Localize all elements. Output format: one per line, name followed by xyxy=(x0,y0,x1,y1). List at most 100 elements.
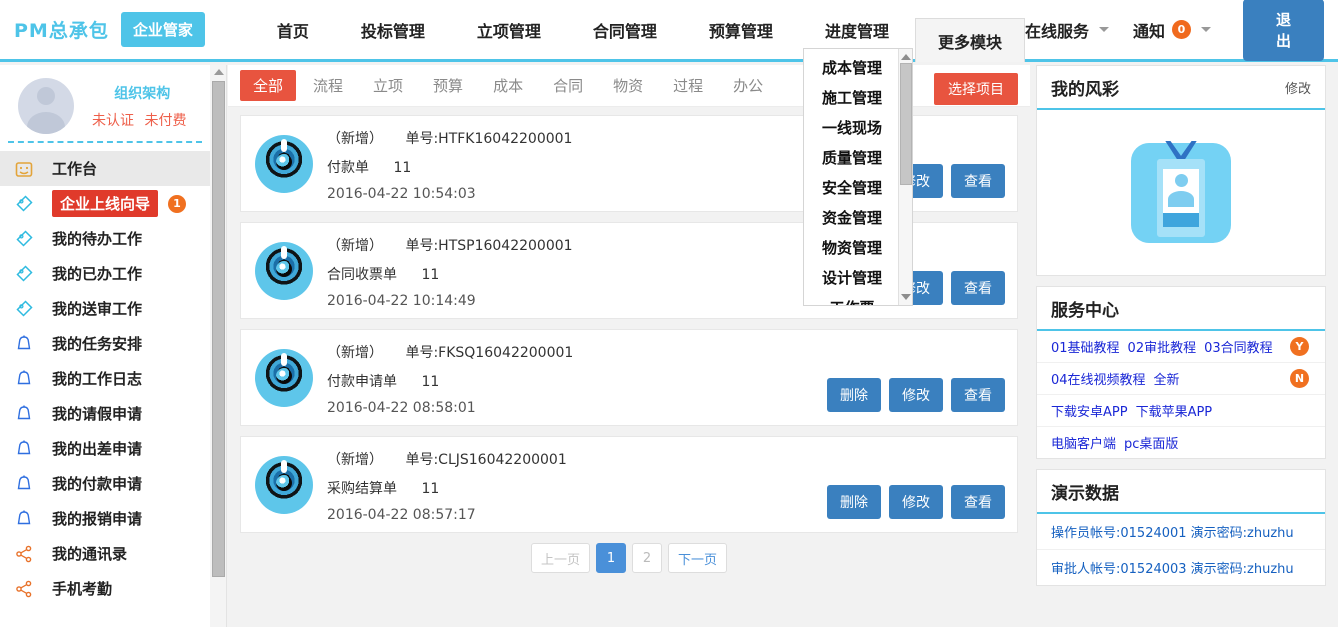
tab-process[interactable]: 过程 xyxy=(660,70,716,101)
pagination-page-2[interactable]: 2 xyxy=(632,543,662,573)
notifications-menu[interactable]: 通知 0 xyxy=(1133,18,1227,42)
top-header: PM总承包 企业管家 首页 投标管理 立项管理 合同管理 预算管理 进度管理 更… xyxy=(0,0,1338,62)
sidebar-item-label: 工作台 xyxy=(52,160,98,178)
logout-button[interactable]: 退出 xyxy=(1242,0,1324,61)
dropdown-item-design[interactable]: 设计管理 xyxy=(804,263,900,293)
tab-materials[interactable]: 物资 xyxy=(600,70,656,101)
nav-bidding[interactable]: 投标管理 xyxy=(335,0,451,59)
sidebar-item-leave-request[interactable]: 我的请假申请 xyxy=(0,396,210,431)
sidebar-item-work-log[interactable]: 我的工作日志 xyxy=(0,361,210,396)
sidebar-menu: 工作台 企业上线向导 1 我的待办工作 我的已办工作 我的送审工作 我的任务安排… xyxy=(0,151,210,606)
sidebar-item-mobile-attendance[interactable]: 手机考勤 xyxy=(0,571,210,606)
dropdown-item-safety[interactable]: 安全管理 xyxy=(804,173,900,203)
sidebar-item-label: 我的报销申请 xyxy=(52,510,143,528)
view-button[interactable]: 查看 xyxy=(951,485,1005,519)
bell-icon xyxy=(14,439,40,459)
list-item[interactable]: （新增） 单号:FKSQ16042200001 付款申请单 11 2016-04… xyxy=(240,329,1018,426)
sidebar-item-travel-request[interactable]: 我的出差申请 xyxy=(0,431,210,466)
online-service-menu[interactable]: 在线服务 xyxy=(1025,18,1125,42)
sidebar-scrollbar[interactable] xyxy=(210,65,227,627)
tutorial-link-new[interactable]: 全新 xyxy=(1154,369,1180,388)
sidebar-item-task-schedule[interactable]: 我的任务安排 xyxy=(0,326,210,361)
sidebar-item-submitted-work[interactable]: 我的送审工作 xyxy=(0,291,210,326)
panel-title: 我的风彩 xyxy=(1051,79,1119,100)
badge-photo xyxy=(1163,168,1199,213)
dropdown-item-cost[interactable]: 成本管理 xyxy=(804,53,900,83)
edit-button[interactable]: 修改 xyxy=(889,378,943,412)
org-structure-link[interactable]: 组织架构 xyxy=(92,83,192,103)
tab-budget[interactable]: 预算 xyxy=(420,70,476,101)
scroll-up-arrow-icon[interactable] xyxy=(214,69,224,75)
chevron-down-icon xyxy=(1200,27,1211,32)
more-modules-list: 成本管理 施工管理 一线现场 质量管理 安全管理 资金管理 物资管理 设计管理 … xyxy=(804,49,900,305)
nav-contract[interactable]: 合同管理 xyxy=(567,0,683,59)
tutorial-link-video[interactable]: 04在线视频教程 xyxy=(1051,369,1146,388)
demo-approver-account: 审批人帐号:01524003 演示密码:zhuzhu xyxy=(1051,562,1294,577)
nav-more-modules[interactable]: 更多模块 xyxy=(914,18,1025,62)
list-item-count: 11 xyxy=(393,159,412,176)
tab-all[interactable]: 全部 xyxy=(240,70,297,101)
dropdown-scroll-thumb[interactable] xyxy=(900,63,912,185)
list-item-actions: 删除 修改 查看 xyxy=(819,485,1005,519)
list-item[interactable]: （新增） 单号:CLJS16042200001 采购结算单 11 2016-04… xyxy=(240,436,1018,533)
sidebar-item-onboarding-wizard[interactable]: 企业上线向导 1 xyxy=(0,186,210,221)
tutorial-link-basic[interactable]: 01基础教程 xyxy=(1051,337,1120,356)
tag-icon xyxy=(14,264,40,284)
sidebar-item-todo-work[interactable]: 我的待办工作 xyxy=(0,221,210,256)
sidebar-scroll-thumb[interactable] xyxy=(212,81,225,577)
sidebar-item-label: 我的待办工作 xyxy=(52,230,143,248)
sidebar-item-label: 我的付款申请 xyxy=(52,475,143,493)
edit-profile-link[interactable]: 修改 xyxy=(1285,78,1311,97)
dropdown-item-work-ticket[interactable]: 工作票 xyxy=(804,293,900,305)
dropdown-item-frontline[interactable]: 一线现场 xyxy=(804,113,900,143)
dropdown-scrollbar[interactable] xyxy=(898,49,912,305)
pagination-next[interactable]: 下一页 xyxy=(668,543,728,573)
download-android-app-link[interactable]: 下载安卓APP xyxy=(1051,401,1128,420)
sidebar-item-workbench[interactable]: 工作台 xyxy=(0,151,210,186)
sidebar-item-contacts[interactable]: 我的通讯录 xyxy=(0,536,210,571)
pc-desktop-link[interactable]: pc桌面版 xyxy=(1124,433,1178,452)
panel-header: 我的风彩 修改 xyxy=(1037,66,1325,110)
service-row: 下载安卓APP 下载苹果APP xyxy=(1037,395,1325,427)
more-modules-dropdown[interactable]: 成本管理 施工管理 一线现场 质量管理 安全管理 资金管理 物资管理 设计管理 … xyxy=(803,48,913,306)
scroll-up-arrow-icon[interactable] xyxy=(901,54,911,60)
view-button[interactable]: 查看 xyxy=(951,164,1005,198)
delete-button[interactable]: 删除 xyxy=(827,485,881,519)
dropdown-item-materials[interactable]: 物资管理 xyxy=(804,233,900,263)
pc-client-link[interactable]: 电脑客户端 xyxy=(1051,433,1116,452)
nav-home[interactable]: 首页 xyxy=(251,0,335,59)
view-button[interactable]: 查看 xyxy=(951,378,1005,412)
tab-cost[interactable]: 成本 xyxy=(480,70,536,101)
status-unpaid: 未付费 xyxy=(144,112,187,129)
pagination-prev[interactable]: 上一页 xyxy=(530,543,590,573)
select-project-button[interactable]: 选择项目 xyxy=(934,73,1018,105)
nav-budget[interactable]: 预算管理 xyxy=(683,0,799,59)
notify-count-badge: 0 xyxy=(1171,20,1191,39)
tab-contract[interactable]: 合同 xyxy=(540,70,596,101)
pagination-page-1[interactable]: 1 xyxy=(596,543,626,573)
dropdown-item-quality[interactable]: 质量管理 xyxy=(804,143,900,173)
tab-setup[interactable]: 立项 xyxy=(360,70,416,101)
edit-button[interactable]: 修改 xyxy=(889,485,943,519)
tutorial-link-contract[interactable]: 03合同教程 xyxy=(1204,337,1273,356)
tab-flow[interactable]: 流程 xyxy=(300,70,356,101)
list-item-count: 11 xyxy=(421,480,440,497)
tab-office[interactable]: 办公 xyxy=(720,70,776,101)
list-item-number: 单号:HTSP16042200001 xyxy=(405,237,573,254)
tutorial-link-approval[interactable]: 02审批教程 xyxy=(1128,337,1197,356)
dropdown-item-construction[interactable]: 施工管理 xyxy=(804,83,900,113)
tag-icon xyxy=(14,229,40,249)
download-ios-app-link[interactable]: 下载苹果APP xyxy=(1136,401,1213,420)
sidebar-item-reimbursement-request[interactable]: 我的报销申请 xyxy=(0,501,210,536)
sidebar-item-done-work[interactable]: 我的已办工作 xyxy=(0,256,210,291)
dropdown-item-funds[interactable]: 资金管理 xyxy=(804,203,900,233)
scroll-down-arrow-icon[interactable] xyxy=(901,294,911,300)
sidebar-item-payment-request[interactable]: 我的付款申请 xyxy=(0,466,210,501)
panel-header: 演示数据 xyxy=(1037,470,1325,514)
brand-chip[interactable]: 企业管家 xyxy=(120,12,205,47)
delete-button[interactable]: 删除 xyxy=(827,378,881,412)
view-button[interactable]: 查看 xyxy=(951,271,1005,305)
robot-avatar-icon xyxy=(255,241,313,300)
list-item-type: 付款申请单 xyxy=(327,373,397,390)
nav-project-setup[interactable]: 立项管理 xyxy=(451,0,567,59)
